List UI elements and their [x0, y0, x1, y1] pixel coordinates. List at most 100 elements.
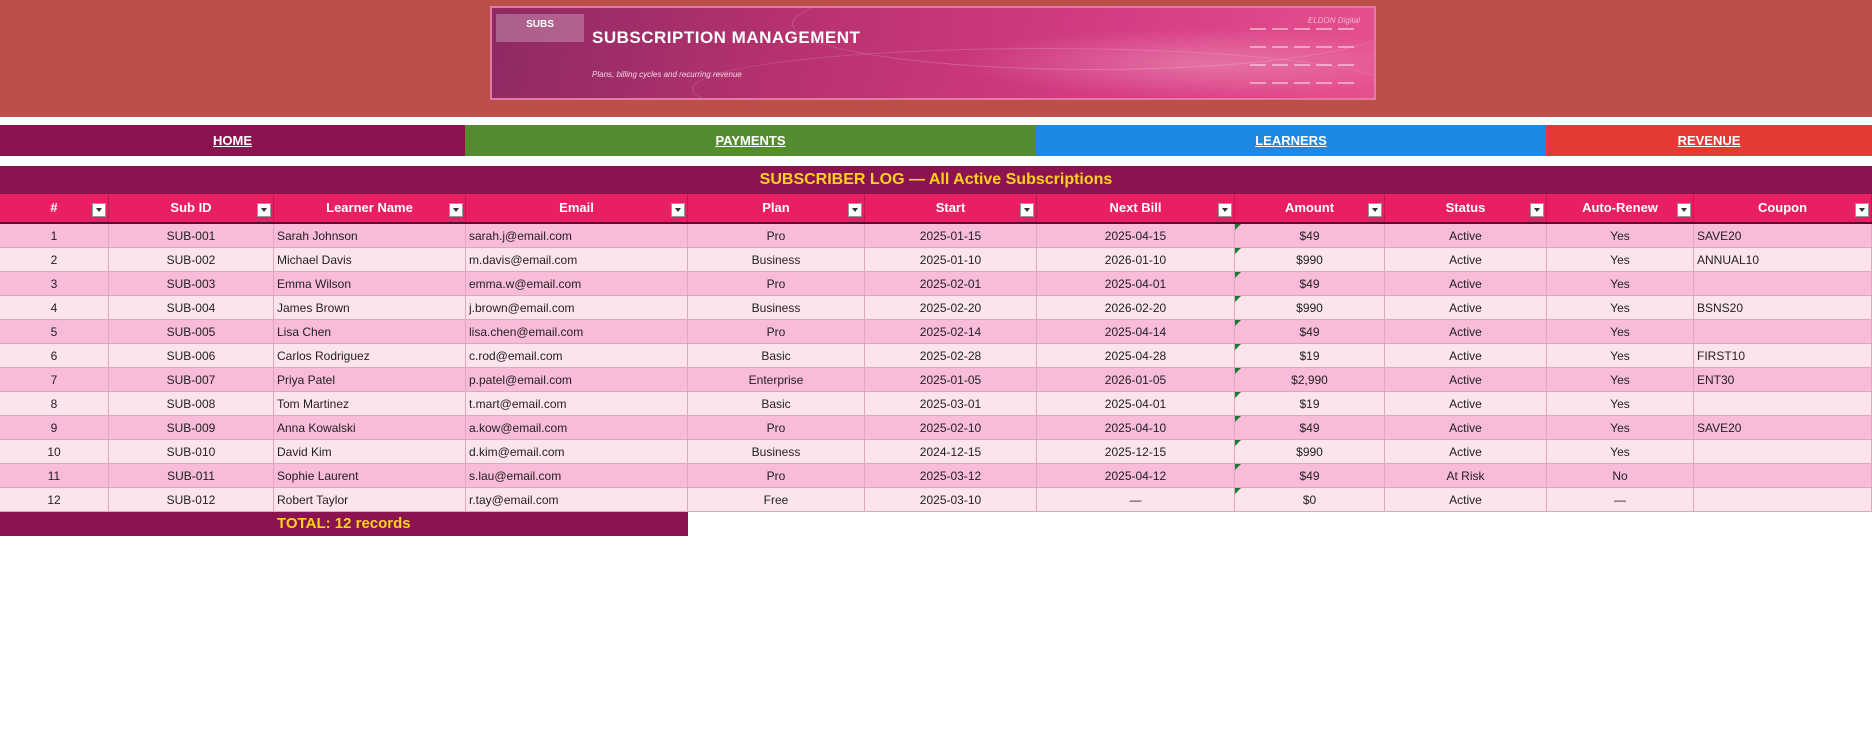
cell-next-bill[interactable]: 2025-04-01	[1037, 272, 1235, 296]
cell-row-number[interactable]: 11	[0, 464, 109, 488]
cell-sub-id[interactable]: SUB-011	[109, 464, 274, 488]
cell-auto-renew[interactable]: Yes	[1547, 392, 1694, 416]
cell-status[interactable]: Active	[1385, 416, 1547, 440]
cell-coupon[interactable]	[1694, 320, 1872, 344]
filter-dropdown-icon[interactable]	[1218, 203, 1232, 217]
cell-amount[interactable]: $49	[1235, 416, 1385, 440]
cell-next-bill[interactable]: 2026-02-20	[1037, 296, 1235, 320]
cell-status[interactable]: Active	[1385, 344, 1547, 368]
cell-amount[interactable]: $19	[1235, 392, 1385, 416]
cell-row-number[interactable]: 2	[0, 248, 109, 272]
filter-dropdown-icon[interactable]	[92, 203, 106, 217]
cell-amount[interactable]: $19	[1235, 344, 1385, 368]
filter-dropdown-icon[interactable]	[1368, 203, 1382, 217]
cell-amount[interactable]: $2,990	[1235, 368, 1385, 392]
cell-learner-name[interactable]: Anna Kowalski	[274, 416, 466, 440]
cell-amount[interactable]: $49	[1235, 272, 1385, 296]
cell-auto-renew[interactable]: Yes	[1547, 344, 1694, 368]
cell-status[interactable]: Active	[1385, 488, 1547, 512]
cell-amount[interactable]: $990	[1235, 248, 1385, 272]
cell-status[interactable]: Active	[1385, 368, 1547, 392]
cell-start-date[interactable]: 2025-02-20	[865, 296, 1037, 320]
cell-next-bill[interactable]: 2026-01-05	[1037, 368, 1235, 392]
cell-plan[interactable]: Pro	[688, 272, 865, 296]
cell-status[interactable]: Active	[1385, 248, 1547, 272]
cell-sub-id[interactable]: SUB-007	[109, 368, 274, 392]
cell-coupon[interactable]	[1694, 392, 1872, 416]
filter-dropdown-icon[interactable]	[1530, 203, 1544, 217]
cell-sub-id[interactable]: SUB-005	[109, 320, 274, 344]
filter-dropdown-icon[interactable]	[671, 203, 685, 217]
cell-email[interactable]: s.lau@email.com	[466, 464, 688, 488]
cell-status[interactable]: Active	[1385, 224, 1547, 248]
filter-dropdown-icon[interactable]	[257, 203, 271, 217]
cell-email[interactable]: t.mart@email.com	[466, 392, 688, 416]
cell-next-bill[interactable]: —	[1037, 488, 1235, 512]
cell-sub-id[interactable]: SUB-002	[109, 248, 274, 272]
cell-learner-name[interactable]: Tom Martinez	[274, 392, 466, 416]
filter-dropdown-icon[interactable]	[848, 203, 862, 217]
cell-amount[interactable]: $49	[1235, 320, 1385, 344]
cell-email[interactable]: m.davis@email.com	[466, 248, 688, 272]
cell-sub-id[interactable]: SUB-004	[109, 296, 274, 320]
cell-learner-name[interactable]: David Kim	[274, 440, 466, 464]
filter-dropdown-icon[interactable]	[1020, 203, 1034, 217]
nav-revenue-link[interactable]: REVENUE	[1546, 125, 1872, 156]
cell-learner-name[interactable]: Priya Patel	[274, 368, 466, 392]
cell-status[interactable]: At Risk	[1385, 464, 1547, 488]
cell-next-bill[interactable]: 2025-04-14	[1037, 320, 1235, 344]
cell-start-date[interactable]: 2025-01-05	[865, 368, 1037, 392]
cell-status[interactable]: Active	[1385, 440, 1547, 464]
cell-start-date[interactable]: 2025-01-15	[865, 224, 1037, 248]
cell-plan[interactable]: Basic	[688, 344, 865, 368]
cell-coupon[interactable]	[1694, 440, 1872, 464]
cell-amount[interactable]: $49	[1235, 464, 1385, 488]
cell-start-date[interactable]: 2025-03-12	[865, 464, 1037, 488]
cell-row-number[interactable]: 6	[0, 344, 109, 368]
cell-next-bill[interactable]: 2025-04-28	[1037, 344, 1235, 368]
cell-row-number[interactable]: 7	[0, 368, 109, 392]
cell-status[interactable]: Active	[1385, 296, 1547, 320]
cell-sub-id[interactable]: SUB-008	[109, 392, 274, 416]
cell-plan[interactable]: Basic	[688, 392, 865, 416]
cell-start-date[interactable]: 2025-02-01	[865, 272, 1037, 296]
cell-start-date[interactable]: 2025-03-01	[865, 392, 1037, 416]
cell-next-bill[interactable]: 2026-01-10	[1037, 248, 1235, 272]
cell-learner-name[interactable]: Lisa Chen	[274, 320, 466, 344]
nav-home-link[interactable]: HOME	[0, 125, 465, 156]
cell-auto-renew[interactable]: Yes	[1547, 248, 1694, 272]
cell-sub-id[interactable]: SUB-009	[109, 416, 274, 440]
cell-auto-renew[interactable]: Yes	[1547, 272, 1694, 296]
cell-amount[interactable]: $990	[1235, 440, 1385, 464]
cell-learner-name[interactable]: Michael Davis	[274, 248, 466, 272]
cell-plan[interactable]: Pro	[688, 320, 865, 344]
nav-payments-link[interactable]: PAYMENTS	[465, 125, 1036, 156]
filter-dropdown-icon[interactable]	[1855, 203, 1869, 217]
cell-email[interactable]: r.tay@email.com	[466, 488, 688, 512]
cell-coupon[interactable]	[1694, 464, 1872, 488]
cell-next-bill[interactable]: 2025-04-10	[1037, 416, 1235, 440]
cell-start-date[interactable]: 2025-02-10	[865, 416, 1037, 440]
cell-auto-renew[interactable]: Yes	[1547, 440, 1694, 464]
cell-plan[interactable]: Business	[688, 248, 865, 272]
cell-sub-id[interactable]: SUB-012	[109, 488, 274, 512]
cell-status[interactable]: Active	[1385, 272, 1547, 296]
cell-plan[interactable]: Pro	[688, 464, 865, 488]
cell-email[interactable]: c.rod@email.com	[466, 344, 688, 368]
filter-dropdown-icon[interactable]	[449, 203, 463, 217]
cell-learner-name[interactable]: Robert Taylor	[274, 488, 466, 512]
cell-plan[interactable]: Pro	[688, 416, 865, 440]
cell-row-number[interactable]: 5	[0, 320, 109, 344]
cell-coupon[interactable]	[1694, 272, 1872, 296]
cell-email[interactable]: p.patel@email.com	[466, 368, 688, 392]
cell-start-date[interactable]: 2025-03-10	[865, 488, 1037, 512]
cell-auto-renew[interactable]: Yes	[1547, 368, 1694, 392]
cell-status[interactable]: Active	[1385, 392, 1547, 416]
cell-start-date[interactable]: 2025-02-28	[865, 344, 1037, 368]
cell-learner-name[interactable]: James Brown	[274, 296, 466, 320]
cell-coupon[interactable]	[1694, 488, 1872, 512]
cell-start-date[interactable]: 2025-02-14	[865, 320, 1037, 344]
cell-next-bill[interactable]: 2025-04-12	[1037, 464, 1235, 488]
cell-row-number[interactable]: 10	[0, 440, 109, 464]
nav-learners-link[interactable]: LEARNERS	[1036, 125, 1546, 156]
